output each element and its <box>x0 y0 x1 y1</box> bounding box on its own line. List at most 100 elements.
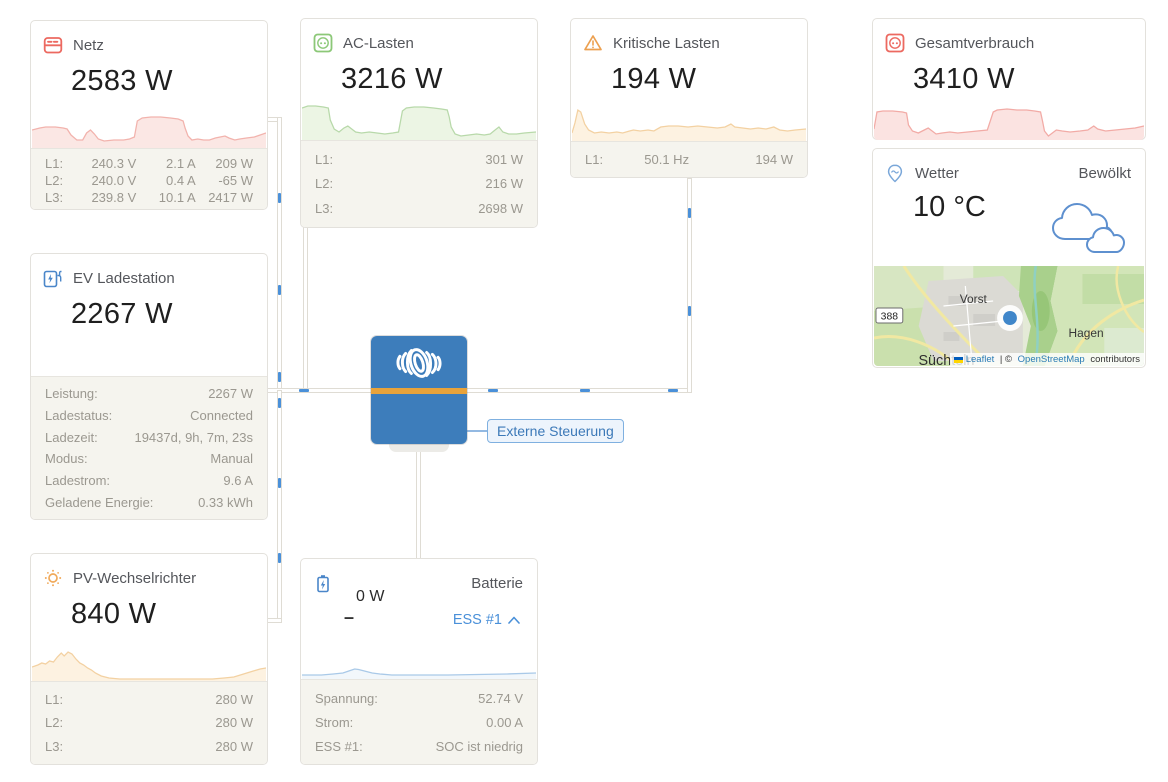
ess-link[interactable]: ESS #1 <box>453 612 521 628</box>
total-consumption-value: 3410 W <box>913 63 1015 95</box>
critical-loads-power-value: 194 W <box>611 63 697 95</box>
card-ac-loads[interactable]: AC-Lasten 3216 W L1: 301 W L2: 216 W L3:… <box>300 18 538 228</box>
pv-power-value: 840 W <box>71 598 157 630</box>
cloud-icon <box>1047 195 1127 255</box>
phase-row: L3: 280 W <box>45 738 253 755</box>
phase-row: L1: 240.3 V 2.1 A 209 W <box>45 155 253 172</box>
detail-value: 0.33 kWh <box>198 494 253 510</box>
phase-power: 209 W <box>215 156 253 171</box>
phase-row: L3: 2698 W <box>315 200 523 217</box>
flow-dash <box>299 389 309 392</box>
card-total-consumption[interactable]: Gesamtverbrauch 3410 W <box>872 18 1146 140</box>
detail-label: Spannung: <box>315 690 378 706</box>
detail-value: Manual <box>210 451 253 467</box>
weather-condition: Bewölkt <box>1078 164 1131 182</box>
detail-row: Spannung: 52.74 V <box>315 690 523 707</box>
vrm-dashboard: Netz 2583 W L1: 240.3 V 2.1 A 209 W L2: … <box>0 0 1168 782</box>
card-total-consumption-header: Gesamtverbrauch <box>885 33 1131 53</box>
flow-dash <box>668 389 678 392</box>
phase-row: L2: 280 W <box>45 714 253 731</box>
ess-link-label: ESS #1 <box>452 612 502 628</box>
battery-state: – <box>344 607 355 627</box>
phase-label: L1: <box>585 152 604 167</box>
flow-dash <box>278 398 281 408</box>
card-ev-charger[interactable]: EV Ladestation 2267 W Leistung: 2267 W L… <box>30 253 268 520</box>
map[interactable]: 388 Vorst Hagen Süchteln Leaflet | © Ope… <box>874 266 1144 366</box>
phase-row: L1: 301 W <box>315 151 523 168</box>
phase-power: 280 W <box>215 738 253 754</box>
victron-logo <box>396 348 442 378</box>
weather-temperature: 10 °C <box>913 191 986 223</box>
inverter-device[interactable] <box>371 336 467 444</box>
flow-dash <box>488 389 498 392</box>
total-consumption-sparkline-area <box>874 109 1144 140</box>
detail-row: Strom: 0.00 A <box>315 714 523 731</box>
phase-row: L3: 239.8 V 10.1 A 2417 W <box>45 189 253 206</box>
detail-row: ESS #1: SOC ist niedrig <box>315 738 523 755</box>
card-battery[interactable]: 0 W Batterie – ESS #1 Spannung: 52.74 V … <box>300 558 538 765</box>
sun-icon <box>44 569 62 587</box>
card-pv-inverter[interactable]: PV-Wechselrichter 840 W L1: 280 W L2: 28… <box>30 553 268 765</box>
phase-current: 0.4 A <box>165 173 196 188</box>
external-control-connector <box>467 430 487 432</box>
battery-icon <box>317 575 329 593</box>
critical-loads-details: L1: 50.1 Hz 194 W <box>571 141 807 177</box>
battery-power-value: 0 W <box>356 588 385 605</box>
map-marker <box>1003 311 1017 325</box>
phase-power: 280 W <box>215 715 253 731</box>
chevron-up-icon <box>508 616 520 624</box>
ukraine-flag-icon <box>953 356 963 363</box>
map-label-vorst: Vorst <box>960 292 988 306</box>
phase-voltage: 239.8 V <box>91 190 137 205</box>
card-grid[interactable]: Netz 2583 W L1: 240.3 V 2.1 A 209 W L2: … <box>30 20 268 210</box>
detail-label: ESS #1: <box>315 738 363 754</box>
ac-loads-details: L1: 301 W L2: 216 W L3: 2698 W <box>301 140 537 227</box>
phase-power: -65 W <box>218 173 253 188</box>
osm-link[interactable]: OpenStreetMap <box>1018 354 1085 365</box>
grid-sparkline <box>32 104 266 148</box>
detail-row: Geladene Energie: 0.33 kWh <box>45 494 253 511</box>
flow-dash <box>278 285 281 295</box>
flow-dash <box>688 208 691 218</box>
flow-dash <box>580 389 590 392</box>
phase-power: 301 W <box>485 151 523 167</box>
detail-row: Ladestatus: Connected <box>45 407 253 424</box>
consumption-socket-icon <box>885 33 905 53</box>
detail-label: Ladestatus: <box>45 407 113 423</box>
attribution-separator: | © <box>997 354 1015 365</box>
detail-label: Leistung: <box>45 386 98 402</box>
phase-label: L1: <box>45 692 64 708</box>
phase-label: L1: <box>315 151 334 167</box>
external-control-label: Externe Steuerung <box>487 419 624 443</box>
detail-value: 52.74 V <box>478 690 523 706</box>
card-grid-title: Netz <box>73 36 104 54</box>
card-weather[interactable]: Wetter Bewölkt 10 °C 388 Vorst Hagen Süc… <box>872 148 1146 368</box>
flow-dash <box>278 193 281 203</box>
wire-ac-bus-right <box>466 388 692 393</box>
grid-sparkline-area <box>32 117 266 148</box>
phase-row: L1: 280 W <box>45 691 253 708</box>
card-grid-header: Netz <box>43 35 253 55</box>
flow-dash <box>278 478 281 488</box>
card-ac-loads-header: AC-Lasten <box>313 33 523 53</box>
critical-loads-sparkline-area <box>572 110 806 141</box>
card-critical-loads[interactable]: Kritische Lasten 194 W L1: 50.1 Hz 194 W <box>570 18 808 178</box>
detail-label: Geladene Energie: <box>45 494 154 510</box>
detail-value: SOC ist niedrig <box>435 738 523 754</box>
phase-row: L2: 240.0 V 0.4 A -65 W <box>45 172 253 189</box>
leaflet-link[interactable]: Leaflet <box>966 354 995 365</box>
detail-label: Ladezeit: <box>45 429 98 445</box>
phase-power: 216 W <box>485 176 523 192</box>
card-critical-loads-title: Kritische Lasten <box>613 34 720 52</box>
phase-current: 10.1 A <box>158 190 196 205</box>
card-ev-charger-header: EV Ladestation <box>43 268 253 288</box>
detail-row: Modus: Manual <box>45 450 253 467</box>
pv-sparkline <box>32 637 266 681</box>
grid-icon <box>43 37 63 54</box>
phase-label: L2: <box>45 715 64 731</box>
ev-power-value: 2267 W <box>71 298 173 330</box>
phase-row: L1: 50.1 Hz 194 W <box>585 151 793 168</box>
detail-value: 0.00 A <box>486 714 523 730</box>
critical-loads-sparkline <box>572 97 806 141</box>
wire-battery <box>416 444 421 559</box>
